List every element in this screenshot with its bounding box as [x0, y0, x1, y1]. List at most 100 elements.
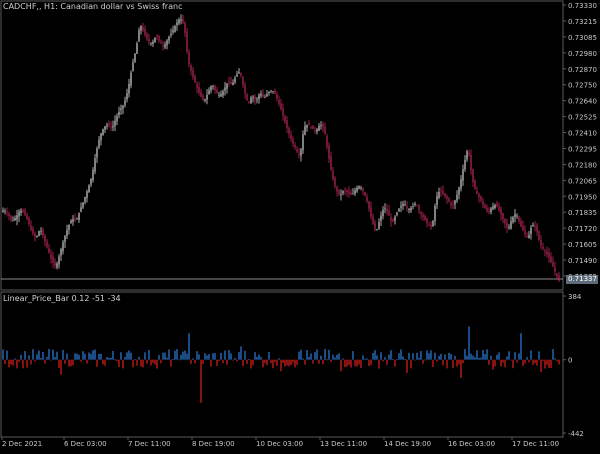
histogram-bar — [386, 359, 388, 365]
candle-body — [394, 216, 396, 221]
candle-body — [224, 87, 226, 91]
histogram-bar — [502, 359, 504, 363]
histogram-bar — [220, 352, 222, 360]
candle-body — [94, 158, 96, 172]
candle-body — [138, 30, 140, 42]
histogram-bar — [480, 357, 482, 360]
candle-body — [68, 224, 70, 231]
histogram-bar — [510, 359, 512, 361]
histogram-bar — [520, 333, 522, 360]
candle-body — [370, 207, 372, 218]
histogram-bar — [188, 333, 190, 360]
histogram-bar — [158, 355, 160, 360]
price-tick-label: 0.71490 — [568, 257, 597, 265]
candle-body — [480, 196, 482, 201]
candle-body — [200, 91, 202, 97]
histogram-bar — [114, 359, 116, 361]
candle-body — [546, 251, 548, 255]
candle-body — [228, 81, 230, 83]
candle-body — [308, 123, 310, 126]
histogram-bar — [544, 359, 546, 369]
histogram-bar — [336, 354, 338, 360]
candle-body — [530, 227, 532, 235]
candle-body — [76, 218, 78, 220]
histogram-bar — [316, 349, 318, 360]
candle-body — [330, 156, 332, 170]
candle-body — [314, 130, 316, 131]
histogram-bar — [98, 353, 100, 360]
histogram-bar — [90, 353, 92, 360]
candle-body — [88, 185, 90, 193]
candle-body — [86, 191, 88, 198]
candle-body — [376, 229, 378, 230]
price-tick-label: 0.72870 — [568, 66, 597, 74]
candle-body — [278, 100, 280, 105]
histogram-bar — [30, 359, 32, 365]
indicator-tick-label: -442 — [568, 430, 584, 438]
histogram-bar — [372, 352, 374, 360]
candle-body — [426, 218, 428, 223]
histogram-bar — [96, 359, 98, 367]
histogram-bar — [38, 350, 40, 360]
histogram-bar — [492, 359, 494, 370]
candle-body — [522, 225, 524, 231]
candle-body — [520, 220, 522, 227]
histogram-bar — [186, 353, 188, 360]
histogram-bar — [50, 359, 52, 361]
histogram-bar — [382, 359, 384, 362]
histogram-bar — [534, 359, 536, 364]
candle-body — [162, 44, 164, 46]
candle-body — [526, 235, 528, 238]
histogram-bar — [110, 357, 112, 360]
price-tick-label: 0.71835 — [568, 209, 597, 217]
candle-body — [92, 169, 94, 181]
histogram-bar — [212, 353, 214, 360]
price-tick-label: 0.73215 — [568, 18, 597, 26]
chart-window[interactable]: 0.73330 0.73215 0.73085 0.72980 0.72870 0.727… — [0, 0, 600, 450]
candle-body — [400, 205, 402, 208]
candle-body — [332, 170, 334, 180]
candle-body — [274, 90, 276, 94]
histogram-bar — [248, 359, 250, 360]
indicator-title: Linear_Price_Bar 0.12 -51 -34 — [3, 294, 121, 303]
candle-body — [320, 125, 322, 126]
histogram-bar — [270, 359, 272, 364]
histogram-bar — [150, 359, 152, 366]
histogram-bar — [274, 359, 276, 362]
candle-body — [492, 206, 494, 210]
candle-body — [282, 108, 284, 116]
candle-body — [510, 221, 512, 229]
histogram-bar — [176, 349, 178, 360]
candle-body — [334, 178, 336, 187]
histogram-bar — [88, 352, 90, 360]
candle-body — [374, 222, 376, 230]
candle-body — [406, 205, 408, 209]
time-tick-label: 8 Dec 19:00 — [192, 440, 235, 448]
histogram-bar — [490, 355, 492, 360]
histogram-bar — [414, 359, 416, 361]
histogram-bar — [278, 358, 280, 360]
candle-body — [262, 94, 264, 97]
chart-canvas[interactable]: 0.73330 0.73215 0.73085 0.72980 0.72870 0.727… — [0, 0, 600, 450]
histogram-bar — [64, 359, 66, 364]
histogram-bar — [378, 359, 380, 369]
price-tick-label: 0.71720 — [568, 225, 597, 233]
candle-body — [310, 126, 312, 128]
candle-body — [532, 224, 534, 227]
histogram-bar — [334, 357, 336, 360]
histogram-bar — [128, 350, 130, 360]
candle-body — [358, 186, 360, 189]
histogram-bar — [130, 352, 132, 360]
histogram-bar — [528, 359, 530, 363]
histogram-bar — [214, 353, 216, 360]
histogram-bar — [380, 352, 382, 360]
histogram-bar — [224, 350, 226, 360]
histogram-bar — [138, 356, 140, 360]
candle-body — [226, 83, 228, 89]
histogram-bar — [54, 357, 56, 360]
candle-body — [232, 82, 234, 86]
histogram-bar — [106, 357, 108, 360]
candle-body — [12, 220, 14, 222]
candle-body — [202, 95, 204, 100]
histogram-bar — [516, 359, 518, 363]
